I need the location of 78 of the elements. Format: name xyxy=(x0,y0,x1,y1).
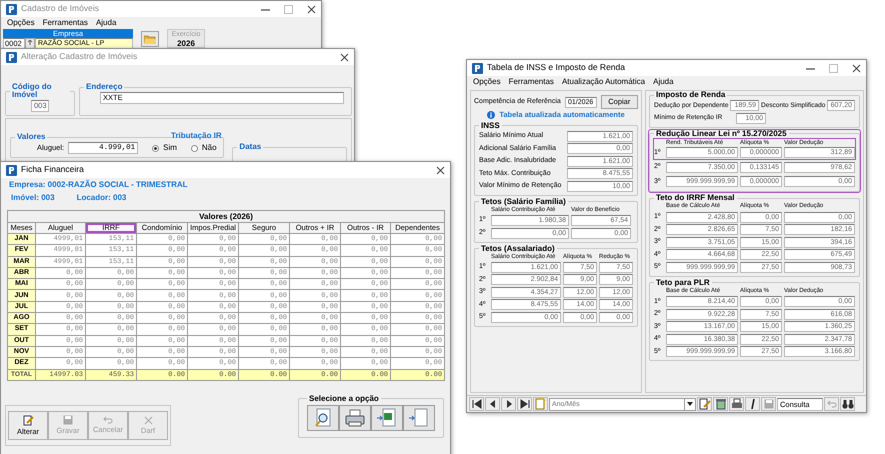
nav-button[interactable] xyxy=(469,397,484,411)
menu-item[interactable]: Atualização Automática xyxy=(562,76,646,88)
group-label: Selecione a opção xyxy=(308,394,380,403)
year-value: 2026 xyxy=(177,39,195,48)
edit-icon xyxy=(22,414,34,426)
search-button[interactable] xyxy=(840,397,855,411)
document-export-icon xyxy=(409,408,429,428)
dropdown-button[interactable] xyxy=(685,398,696,410)
window-title: Cadastro de Imóveis xyxy=(21,4,99,14)
nav-button[interactable] xyxy=(501,397,516,411)
info-icon xyxy=(487,111,496,120)
dropdown-icon xyxy=(686,400,694,408)
window-title: Ficha Financeira xyxy=(21,165,84,175)
company-text: Empresa: 0002-RAZÃO SOCIAL - TRIMESTRAL xyxy=(9,180,189,190)
option-button[interactable] xyxy=(307,404,339,431)
window-title: Tabela de INSS e Imposto de Renda xyxy=(487,63,625,73)
app-icon xyxy=(6,164,17,176)
close-icon[interactable] xyxy=(307,4,316,14)
group-label: Redução Linear Lei nº 15.270/2025 xyxy=(655,130,788,138)
toolbar-button[interactable] xyxy=(713,397,728,411)
app-icon xyxy=(6,52,17,62)
option-button[interactable] xyxy=(371,404,403,431)
radio-icon xyxy=(190,144,198,152)
nav-button[interactable] xyxy=(517,397,532,411)
save-icon xyxy=(63,415,73,426)
spreadsheet-export-icon xyxy=(377,408,397,428)
delete-icon xyxy=(714,398,726,410)
close-icon[interactable] xyxy=(852,64,861,72)
group-label: Datas xyxy=(238,143,262,151)
group-label: Imposto de Renda xyxy=(655,91,726,99)
lookup-button[interactable] xyxy=(25,38,35,49)
group-label: Tetos (Salário Família) xyxy=(480,198,567,206)
lessor-text: Locador: 003 xyxy=(76,193,126,202)
close-icon xyxy=(144,416,152,425)
open-folder-button[interactable] xyxy=(141,31,159,47)
arrow-icon xyxy=(27,40,33,46)
new-document-icon xyxy=(535,398,546,410)
first-icon xyxy=(470,398,482,410)
group-label: Valores xyxy=(16,133,46,141)
toolbar-button[interactable] xyxy=(729,397,744,411)
group-label: Teto do IRRF Mensal xyxy=(655,194,736,202)
option-button[interactable] xyxy=(339,404,371,431)
undo-icon xyxy=(103,416,113,424)
menu-item[interactable]: Ferramentas xyxy=(42,17,88,29)
menu-item[interactable]: Opções xyxy=(7,17,35,29)
radio-option[interactable]: Sim xyxy=(152,143,177,153)
group-label: Tributação IR xyxy=(171,131,222,140)
last-icon xyxy=(518,398,530,410)
undo-icon xyxy=(826,400,836,408)
toolbar-button[interactable] xyxy=(745,397,760,411)
menu-item[interactable]: Ajuda xyxy=(96,17,116,29)
binoculars-icon xyxy=(842,399,854,409)
property-text: Imóvel: 003 xyxy=(11,193,55,202)
menu-item[interactable]: Opções xyxy=(473,76,501,88)
radio-icon xyxy=(152,144,160,152)
group-label: Teto para PLR xyxy=(655,278,711,287)
app-icon xyxy=(472,62,483,74)
close-icon[interactable] xyxy=(436,166,445,174)
group-label: INSS xyxy=(480,122,501,130)
group-label: Código do Imóvel xyxy=(11,83,53,99)
printer-icon xyxy=(730,398,742,410)
nav-button[interactable] xyxy=(485,397,500,411)
group-label: Endereço xyxy=(85,83,124,91)
menu-item[interactable]: Ferramentas xyxy=(508,76,554,88)
new-button[interactable] xyxy=(533,397,548,411)
table-title: Valores (2026) xyxy=(8,210,445,222)
close-icon[interactable] xyxy=(340,52,349,62)
radio-option[interactable]: Não xyxy=(190,143,217,153)
group-label: Tetos (Assalariado) xyxy=(480,244,556,253)
menu-item[interactable]: Ajuda xyxy=(653,76,674,88)
toolbar-button[interactable] xyxy=(697,397,712,411)
save-icon xyxy=(764,399,774,409)
app-icon xyxy=(6,4,17,14)
folder-icon xyxy=(144,34,156,44)
preview-icon xyxy=(314,408,332,428)
window-title: Alteração Cadastro de Imóveis xyxy=(21,52,138,62)
edit-icon xyxy=(698,398,710,410)
printer-icon xyxy=(345,408,365,427)
